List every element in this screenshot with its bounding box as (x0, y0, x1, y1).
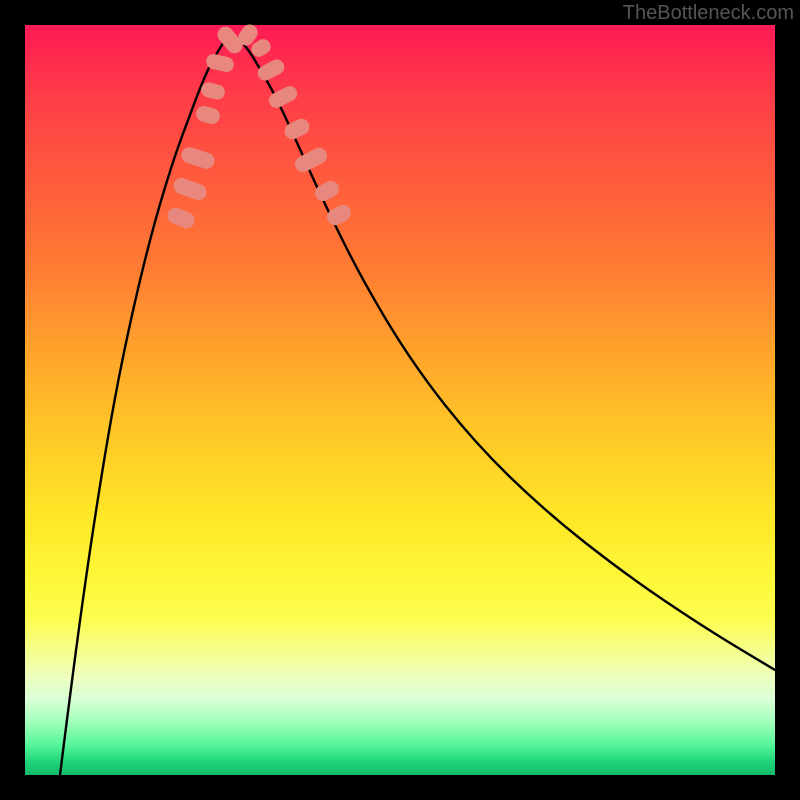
chart-svg (25, 25, 775, 775)
data-marker (194, 104, 221, 126)
curve-group (60, 33, 775, 775)
outer-frame: TheBottleneck.com (0, 0, 800, 800)
watermark-text: TheBottleneck.com (623, 2, 794, 25)
data-marker (171, 176, 208, 203)
marker-group (165, 21, 354, 230)
data-marker (312, 178, 342, 204)
data-marker (324, 202, 354, 228)
data-marker (205, 53, 236, 74)
data-marker (199, 81, 226, 102)
data-marker (179, 145, 216, 171)
data-marker (165, 205, 197, 230)
plot-area (25, 25, 775, 775)
data-marker (292, 145, 330, 175)
data-marker (255, 57, 287, 83)
curve-right-branch (232, 33, 775, 670)
curve-left-branch (60, 33, 232, 775)
